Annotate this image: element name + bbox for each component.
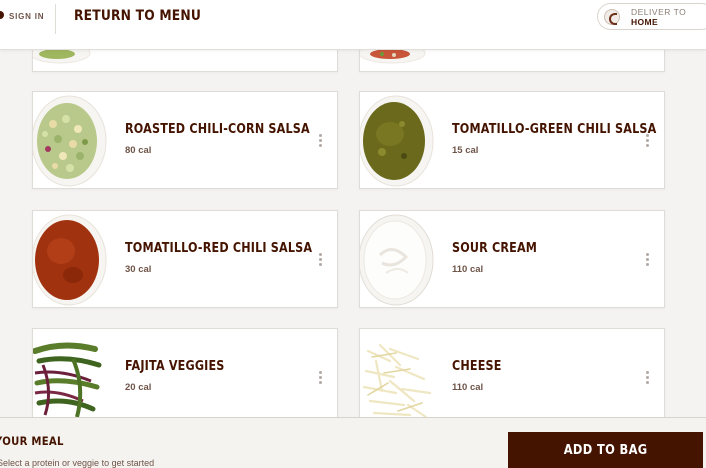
bowl-image [33,50,91,64]
item-calories: 110 cal [452,382,484,393]
more-options-icon[interactable] [646,253,649,266]
return-to-menu-link[interactable]: RETURN TO MENU [74,8,201,24]
more-options-icon[interactable] [319,253,322,266]
menu-item-card[interactable]: ROASTED CHILI-CORN SALSA 80 cal [32,91,338,189]
menu-item-card[interactable]: SOUR CREAM 110 cal [359,210,665,308]
delivery-location-icon [604,9,620,25]
sour-cream-bowl-icon [360,213,435,307]
item-name: ROASTED CHILI-CORN SALSA [125,122,310,137]
add-to-bag-button[interactable]: ADD TO BAG [508,432,703,468]
add-to-bag-label: ADD TO BAG [563,443,648,458]
green-salsa-bowl-icon [360,94,435,188]
cheese-icon [360,331,435,425]
deliver-to-selector[interactable]: DELIVER TO HOME [597,3,706,30]
meal-summary-bar: YOUR MEAL Select a protein or veggie to … [0,417,706,468]
meal-title: YOUR MEAL [0,434,64,448]
item-calories: 15 cal [452,145,479,156]
corn-salsa-bowl-icon [33,94,108,188]
item-calories: 20 cal [125,382,152,393]
item-calories: 80 cal [125,145,152,156]
item-name: TOMATILLO-RED CHILI SALSA [125,241,313,256]
more-options-icon[interactable] [319,134,322,147]
menu-item-card[interactable]: CHEESE 110 cal [359,328,665,426]
more-options-icon[interactable] [646,134,649,147]
menu-item-card[interactable]: FAJITA VEGGIES 20 cal [32,328,338,426]
deliver-to-value: HOME [631,17,659,27]
bowl-image [360,50,426,64]
menu-item-card-partial[interactable] [359,50,665,72]
meal-subtitle: Select a protein or veggie to get starte… [0,458,155,468]
item-name: SOUR CREAM [452,241,538,256]
deliver-to-label: DELIVER TO [631,7,687,17]
item-name: FAJITA VEGGIES [125,359,225,374]
logo-icon[interactable] [0,11,4,19]
menu-item-card[interactable]: TOMATILLO-RED CHILI SALSA 30 cal [32,210,338,308]
sign-in-link[interactable]: SIGN IN [9,12,44,21]
item-name: CHEESE [452,359,502,374]
top-header: SIGN IN RETURN TO MENU DELIVER TO HOME [0,0,706,50]
menu-item-card-partial[interactable] [32,50,338,72]
item-calories: 110 cal [452,264,484,275]
item-calories: 30 cal [125,264,152,275]
more-options-icon[interactable] [646,371,649,384]
more-options-icon[interactable] [319,371,322,384]
menu-item-card[interactable]: TOMATILLO-GREEN CHILI SALSA 15 cal [359,91,665,189]
red-salsa-bowl-icon [33,213,108,307]
fajita-veggies-icon [33,331,108,425]
item-name: TOMATILLO-GREEN CHILI SALSA [452,122,657,137]
header-divider [55,4,56,34]
